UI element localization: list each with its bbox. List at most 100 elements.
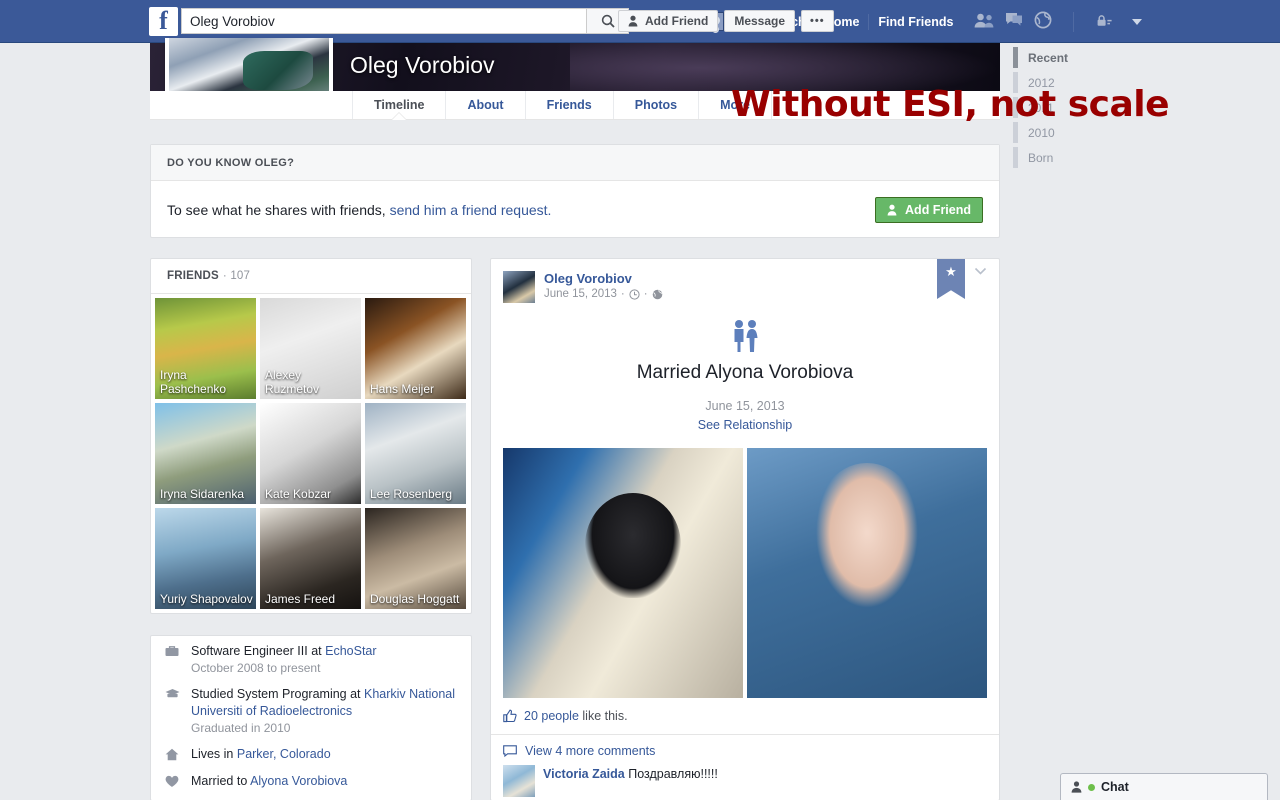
- privacy-shortcuts-icon[interactable]: [1095, 14, 1113, 30]
- post-date[interactable]: June 15, 2013: [544, 288, 617, 300]
- meta-separator: ·: [620, 288, 625, 300]
- rail-item-label: 2010: [1028, 125, 1055, 140]
- friend-tile[interactable]: Yuriy Shapovalov: [155, 508, 256, 609]
- more-options-button[interactable]: •••: [801, 10, 834, 32]
- profile-action-buttons: Add Friend Message •••: [612, 10, 834, 32]
- post-author-block: Oleg Vorobiov June 15, 2013 · ·: [544, 271, 663, 303]
- send-friend-request-link[interactable]: send him a friend request.: [390, 202, 552, 218]
- messages-icon[interactable]: [1005, 12, 1023, 31]
- friend-tile[interactable]: Iryna Sidarenka: [155, 403, 256, 504]
- do-you-know-text-prefix: To see what he shares with friends,: [167, 201, 390, 218]
- message-button[interactable]: Message: [724, 10, 796, 32]
- tab-photos[interactable]: Photos: [614, 91, 700, 119]
- likes-count-link[interactable]: 20 people: [524, 709, 579, 723]
- friend-tile[interactable]: Kate Kobzar: [260, 403, 361, 504]
- add-friend-button-label: Add Friend: [645, 14, 709, 28]
- friend-tile-name: Douglas Hoggatt: [370, 592, 460, 606]
- search-input[interactable]: [182, 9, 586, 33]
- friend-tile-name: Iryna Sidarenka: [160, 487, 245, 501]
- home-location-link[interactable]: Parker, Colorado: [237, 747, 331, 761]
- friend-tile-name: Iryna Pashchenko: [160, 368, 227, 396]
- chat-bar[interactable]: Chat: [1060, 773, 1268, 800]
- post-photos: [491, 432, 999, 698]
- rail-item-label: Born: [1028, 150, 1054, 165]
- online-status-indicator: [1088, 783, 1095, 791]
- nav-icon-group: [974, 11, 1143, 32]
- meta-separator: ·: [643, 288, 648, 300]
- friend-tile-name: Lee Rosenberg: [370, 487, 453, 501]
- relationship-partner-link[interactable]: Alyona Vorobiova: [250, 774, 347, 788]
- add-friend-icon: [628, 15, 638, 27]
- post-header: Oleg Vorobiov June 15, 2013 · · ★: [491, 259, 999, 303]
- friend-tile-name: Hans Meijer: [370, 382, 435, 396]
- briefcase-glyph: [165, 646, 179, 656]
- work-employer-link[interactable]: EchoStar: [325, 644, 376, 658]
- friend-requests-icon[interactable]: [974, 13, 994, 31]
- friends-box-title: FRIENDS: [167, 270, 219, 282]
- tab-about-label: About: [467, 98, 504, 112]
- friend-tile[interactable]: Alexey Ruzmetov: [260, 298, 361, 399]
- married-couple-icon: [491, 319, 999, 356]
- nav-find-friends-link[interactable]: Find Friends: [869, 15, 962, 29]
- comment-author-avatar[interactable]: [503, 765, 535, 797]
- comment-author-name[interactable]: Victoria Zaida: [543, 767, 625, 781]
- do-you-know-body: To see what he shares with friends, send…: [151, 181, 999, 238]
- tab-about[interactable]: About: [446, 91, 526, 119]
- married-couple-glyph: [734, 320, 758, 352]
- view-more-comments-link[interactable]: View 4 more comments: [491, 735, 999, 765]
- friend-tile[interactable]: Lee Rosenberg: [365, 403, 466, 504]
- search-bar[interactable]: [181, 8, 629, 34]
- post-meta: June 15, 2013 · ·: [544, 288, 663, 300]
- notifications-icon[interactable]: [1034, 11, 1052, 32]
- add-friend-icon: [887, 204, 897, 215]
- info-row-education-text: Studied System Programing at Kharkiv Nat…: [191, 686, 457, 737]
- star-icon[interactable]: ★: [937, 259, 965, 299]
- tab-timeline[interactable]: Timeline: [352, 91, 447, 120]
- tab-friends[interactable]: Friends: [526, 91, 614, 119]
- rail-marker: [1013, 47, 1018, 68]
- comment-item: Victoria Zaida Поздравляю!!!!!: [491, 765, 999, 800]
- post-photo-2[interactable]: [747, 448, 987, 698]
- heart-icon: [165, 773, 191, 791]
- globe-icon: [652, 289, 662, 299]
- friend-tile-name: Kate Kobzar: [265, 487, 332, 501]
- info-row-work-text: Software Engineer III at EchoStar Octobe…: [191, 643, 377, 677]
- add-friend-button-green[interactable]: Add Friend: [875, 196, 983, 223]
- timeline-post: Oleg Vorobiov June 15, 2013 · · ★ Marrie…: [490, 258, 1000, 800]
- post-photo-1[interactable]: [503, 448, 743, 698]
- friend-tile[interactable]: James Freed: [260, 508, 361, 609]
- do-you-know-text: To see what he shares with friends, send…: [167, 202, 551, 218]
- education-subtext: Graduated in 2010: [191, 721, 291, 735]
- chat-person-icon: [1071, 781, 1082, 793]
- house-glyph: [165, 748, 179, 761]
- friend-tile[interactable]: Hans Meijer: [365, 298, 466, 399]
- info-row-relationship-text: Married to Alyona Vorobiova: [191, 773, 347, 791]
- chevron-down-icon[interactable]: [974, 265, 987, 279]
- thumbs-up-icon: [503, 709, 517, 723]
- add-friend-button[interactable]: Add Friend: [618, 10, 719, 32]
- work-icon: [165, 643, 191, 677]
- post-author-name[interactable]: Oleg Vorobiov: [544, 271, 663, 286]
- tab-friends-label: Friends: [546, 98, 592, 112]
- home-prefix: Lives in: [191, 747, 237, 761]
- comment-text: Поздравляю!!!!!: [628, 767, 718, 781]
- post-author-avatar[interactable]: [503, 271, 535, 303]
- tab-timeline-label: Timeline: [374, 98, 425, 112]
- annotation-overlay-text: Without ESI, not scale: [731, 84, 1170, 125]
- friend-tile-name: Yuriy Shapovalov: [160, 592, 253, 606]
- see-relationship-link[interactable]: See Relationship: [491, 418, 999, 432]
- more-options-icon: •••: [810, 15, 825, 27]
- rail-item-born[interactable]: Born: [1013, 145, 1133, 170]
- friend-tile[interactable]: Douglas Hoggatt: [365, 508, 466, 609]
- account-menu-caret-icon[interactable]: [1132, 18, 1143, 25]
- rail-item-label: Recent: [1028, 50, 1069, 65]
- friend-tile-name: Alexey Ruzmetov: [265, 368, 320, 396]
- add-friend-button-green-label: Add Friend: [905, 202, 971, 217]
- work-prefix: Software Engineer III at: [191, 644, 326, 658]
- page-title: Oleg Vorobiov: [350, 52, 495, 78]
- rail-item-recent[interactable]: Recent: [1013, 45, 1133, 70]
- facebook-logo-icon[interactable]: f: [149, 7, 178, 36]
- chat-label: Chat: [1101, 780, 1129, 794]
- friend-tile[interactable]: Iryna Pashchenko: [155, 298, 256, 399]
- comment-icon: [503, 744, 517, 757]
